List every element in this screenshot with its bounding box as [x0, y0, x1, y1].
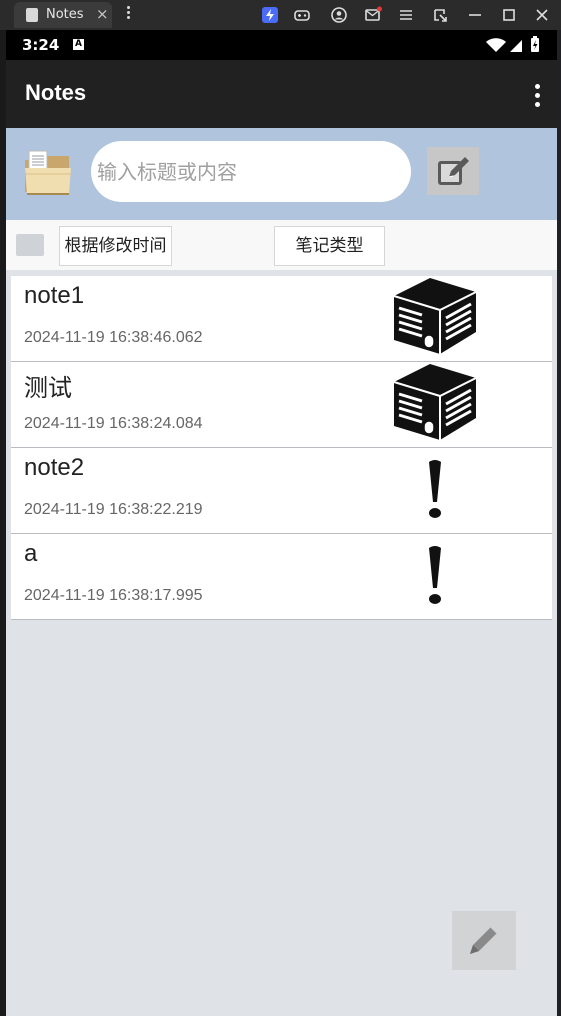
sort-bar: 根据修改时间 笔记类型: [6, 220, 557, 270]
notification-icon: A: [73, 39, 84, 50]
gamepad-icon[interactable]: [293, 6, 311, 24]
window-tab[interactable]: Notes ×: [14, 2, 112, 28]
note-modified-time: 2024-11-19 16:38:46.062: [24, 329, 203, 346]
minimize-icon[interactable]: [466, 6, 484, 24]
note-list: note1 2024-11-19 16:38:46.062 测试 2024-11-19…: [11, 276, 552, 620]
pencil-icon: [470, 926, 498, 954]
note-title: note2: [24, 454, 85, 481]
app-bar: Notes: [6, 60, 557, 128]
maximize-icon[interactable]: [500, 6, 518, 24]
note-modified-time: 2024-11-19 16:38:24.084: [24, 415, 203, 432]
emulator-toolbar: Notes ×: [0, 0, 561, 30]
note-modified-time: 2024-11-19 16:38:17.995: [24, 587, 203, 604]
database-server-icon: [388, 364, 482, 444]
hamburger-menu-icon[interactable]: [397, 6, 415, 24]
status-icons: [485, 36, 545, 54]
close-tab-icon[interactable]: ×: [96, 5, 109, 23]
tab-title: Notes: [46, 7, 84, 22]
note-row[interactable]: note1 2024-11-19 16:38:46.062: [11, 276, 552, 362]
mail-icon[interactable]: [364, 6, 382, 24]
clock: 3:24: [22, 36, 60, 54]
select-all-checkbox[interactable]: [16, 234, 44, 256]
note-modified-time: 2024-11-19 16:38:22.219: [24, 501, 203, 518]
tab-menu-icon[interactable]: [122, 4, 134, 26]
notes-folder-icon[interactable]: [23, 148, 73, 198]
account-icon[interactable]: [330, 6, 348, 24]
search-input[interactable]: [91, 141, 411, 202]
app-title: Notes: [25, 80, 87, 105]
status-bar: 3:24 A: [6, 30, 557, 60]
note-title: note1: [24, 282, 85, 309]
restore-window-icon[interactable]: [431, 6, 449, 24]
new-note-button[interactable]: [452, 911, 516, 970]
note-type-button[interactable]: 笔记类型: [274, 226, 385, 266]
signal-icon: [510, 40, 522, 52]
close-window-icon[interactable]: [533, 6, 551, 24]
notes-app-icon: [26, 8, 38, 22]
note-title: a: [24, 540, 38, 567]
note-row[interactable]: 测试 2024-11-19 16:38:24.084: [11, 362, 552, 448]
note-title: 测试: [24, 375, 72, 402]
device-screen: 3:24 A Notes 输入标题或内容 根据修改时间 笔记类型 note1 2…: [6, 30, 557, 1016]
wifi-icon: [486, 38, 506, 52]
edit-note-icon: [438, 157, 469, 185]
note-row[interactable]: a 2024-11-19 16:38:17.995: [11, 534, 552, 620]
search-edit-button[interactable]: [427, 147, 479, 195]
exclamation-icon: [388, 536, 482, 616]
note-row[interactable]: note2 2024-11-19 16:38:22.219: [11, 448, 552, 534]
database-server-icon: [388, 278, 482, 358]
exclamation-icon: [388, 450, 482, 530]
bolt-icon[interactable]: [261, 6, 279, 24]
sort-by-modified-time-button[interactable]: 根据修改时间: [59, 226, 172, 266]
overflow-menu-icon[interactable]: [531, 82, 543, 108]
